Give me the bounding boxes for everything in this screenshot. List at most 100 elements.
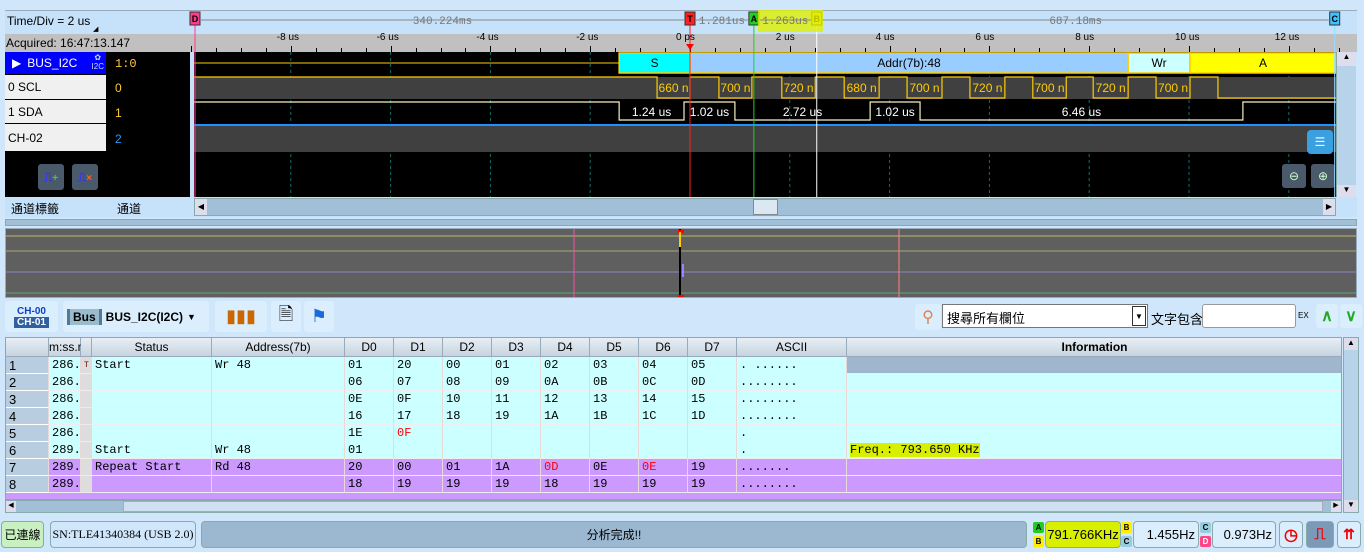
column-header[interactable]: D0 [345, 338, 394, 357]
column-header[interactable]: D7 [688, 338, 737, 357]
scroll-right-icon[interactable]: ▶ [1323, 199, 1335, 215]
search-text-input[interactable] [1202, 304, 1296, 328]
scroll-right-icon[interactable]: ▶ [1331, 501, 1341, 512]
column-header[interactable]: Address(7b) [212, 338, 345, 357]
column-header[interactable]: m:ss.ms [49, 338, 94, 357]
chevron-down-icon: ▼ [187, 311, 196, 322]
table-row[interactable]: 1286...TStartWr 480120000102030405. ....… [6, 357, 1341, 374]
waveform-mode-button[interactable]: ⎍ [1306, 521, 1334, 548]
column-header[interactable] [81, 338, 92, 357]
table-row[interactable]: 7289...Repeat StartRd 482000011A0D0E0E19… [6, 459, 1341, 476]
decode-table[interactable]: m:ss.ms Status Address(7b) D0 D1 D2 D3 D4 D5 D6 D7… [5, 337, 1342, 500]
regex-toggle[interactable]: EX [1298, 311, 1309, 320]
bus-select-value: BUS_I2C(I2C) [105, 309, 184, 324]
bus-segment-label: A [1259, 56, 1267, 70]
scroll-left-icon[interactable]: ◀ [6, 501, 16, 512]
channel-number: 1:0 [115, 57, 137, 71]
channel-label-header: 通道標籤 [11, 202, 60, 216]
table-row[interactable]: 8289...1819191918191919........ [6, 476, 1341, 493]
status-cell: Start [92, 442, 212, 459]
column-header[interactable]: ASCII [737, 338, 847, 357]
scroll-thumb[interactable] [753, 199, 778, 215]
table-horizontal-scrollbar[interactable]: ◀ ▶ [5, 500, 1342, 513]
data-byte-cell: 05 [688, 357, 737, 374]
connection-status: 已連線 [1, 521, 44, 548]
scl-pulse-width: 720 n [972, 81, 1002, 95]
timestamp-cell: 289... [49, 459, 81, 476]
data-byte-cell: 1B [590, 408, 639, 425]
channel-sda[interactable]: 1 SDA [5, 100, 106, 124]
search-button[interactable]: ⚲ [915, 304, 941, 330]
channel-scl[interactable]: 0 SCL [5, 75, 106, 100]
statistics-chart-button[interactable]: ▮▮▮ [215, 301, 267, 332]
column-header[interactable]: D1 [394, 338, 443, 357]
scl-pulse-width: 720 n [1096, 81, 1126, 95]
splitter[interactable] [5, 219, 1357, 226]
column-header[interactable]: Information [847, 338, 1341, 357]
column-header[interactable]: D4 [541, 338, 590, 357]
table-row[interactable]: 5286... 1E0F. [6, 425, 1341, 442]
scroll-thumb[interactable] [123, 501, 1323, 512]
column-header[interactable]: D6 [639, 338, 688, 357]
channel-bus-i2c[interactable]: ▶ BUS_I2C ✿ I2C [5, 52, 106, 75]
scroll-up-icon[interactable]: ▲ [1344, 338, 1358, 350]
table-row[interactable]: 4286... 161718191A1B1C1D........ [6, 408, 1341, 425]
scroll-down-icon[interactable]: ▼ [1344, 500, 1358, 512]
dropdown-arrow-icon[interactable]: ◢ [93, 25, 98, 33]
ruler-tick-label: 4 us [875, 32, 895, 43]
bus-select-dropdown[interactable]: Bus BUS_I2C(I2C) ▼ [63, 301, 209, 332]
table-row[interactable]: 6289... StartWr 4801.Freq.: 793.650 KHz [6, 442, 1341, 459]
expand-icon[interactable]: ▶ [12, 56, 21, 70]
remove-channel-button[interactable]: ⎍× [72, 164, 98, 190]
waveform-area[interactable]: S Addr(7b):48 Wr A 660 n 700 n 720 n 680 n 700 n… [194, 52, 1336, 197]
data-byte-cell: 20 [394, 357, 443, 374]
scroll-up-icon[interactable]: ▲ [1337, 52, 1356, 66]
sda-trace [194, 101, 1336, 121]
column-header [6, 338, 49, 357]
data-byte-cell: 19 [688, 459, 737, 476]
marker-cell [81, 374, 92, 391]
list-view-button[interactable]: ☰ [1307, 130, 1333, 154]
column-header[interactable]: D2 [443, 338, 492, 357]
data-byte-cell: 01 [345, 357, 394, 374]
column-header[interactable]: D3 [492, 338, 541, 357]
row-number: 5 [6, 425, 49, 442]
zoom-out-button[interactable]: ⊖ [1282, 164, 1306, 188]
data-byte-cell: 15 [688, 391, 737, 408]
scroll-left-icon[interactable]: ◀ [195, 199, 207, 215]
sda-pulse-width: 1.02 us [875, 105, 914, 119]
information-cell [847, 374, 1341, 391]
marker-cell: T [81, 357, 92, 374]
search-next-button[interactable]: ∨ [1340, 304, 1362, 328]
search-scope-select[interactable]: 搜尋所有欄位 ▼ [942, 304, 1148, 328]
data-byte-cell: 13 [590, 391, 639, 408]
table-row[interactable]: 2286... 060708090A0B0C0D........ [6, 374, 1341, 391]
overview-panel[interactable] [5, 228, 1357, 298]
chevron-down-icon[interactable]: ▼ [1132, 306, 1146, 326]
address-cell: Rd 48 [212, 459, 345, 476]
export-button[interactable]: 🗎 [271, 301, 301, 332]
timer-button[interactable]: ◷ [1279, 521, 1303, 548]
information-cell [847, 476, 1341, 493]
row-number: 7 [6, 459, 49, 476]
waveform-vertical-scrollbar[interactable]: ▲ ☰ ⊖ ⊕ ▼ [1282, 52, 1356, 197]
channel-ch02[interactable]: CH-02 [5, 124, 106, 152]
channel-select-button[interactable]: CH-00 CH-01 [5, 301, 58, 332]
table-vertical-scrollbar[interactable]: ▲ ▼ [1343, 337, 1359, 513]
data-byte-cell: 0B [590, 374, 639, 391]
add-channel-button[interactable]: ⎍+ [38, 164, 64, 190]
waveform-horizontal-scrollbar[interactable]: ◀ ▶ [194, 198, 1336, 216]
status-cell: Start [92, 357, 212, 374]
search-prev-button[interactable]: ∧ [1316, 304, 1338, 328]
zoom-in-button[interactable]: ⊕ [1311, 164, 1335, 188]
table-row[interactable]: 3286... 0E0F101112131415........ [6, 391, 1341, 408]
scroll-down-icon[interactable]: ▼ [1337, 185, 1356, 197]
clock-icon: ◷ [1284, 526, 1298, 544]
marker-flag-button[interactable]: ⚑ [304, 301, 334, 332]
trigger-button[interactable]: ⇈ [1337, 521, 1361, 548]
time-div-selector[interactable]: Time/Div = 2 us [7, 14, 90, 28]
column-header[interactable]: D5 [590, 338, 639, 357]
scl-pulse-width: 700 n [720, 81, 750, 95]
data-byte-cell: 01 [492, 357, 541, 374]
column-header[interactable]: Status [92, 338, 212, 357]
